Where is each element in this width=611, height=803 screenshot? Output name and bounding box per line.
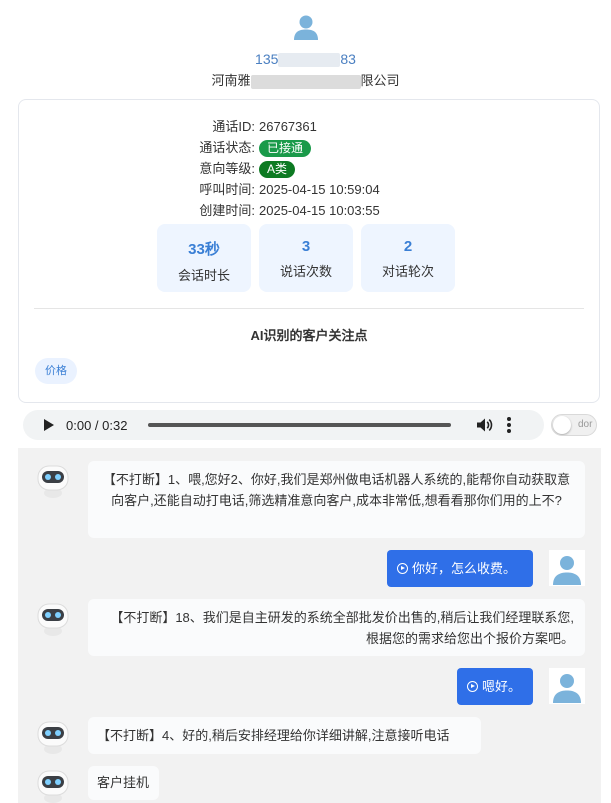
status-badge: 已接通 — [259, 140, 312, 157]
user-message: 你好，怎么收费。 — [387, 550, 533, 587]
create-time-value: 2025-04-15 10:03:55 — [259, 203, 380, 218]
bot-message: 【不打断】4、好的,稍后安排经理给你详细讲解,注意接听电话 — [88, 717, 481, 754]
call-time-value: 2025-04-15 10:59:04 — [259, 182, 380, 197]
user-avatar-icon — [293, 15, 318, 40]
user-message-text: 你好，怎么收费。 — [412, 561, 517, 576]
stat-rounds: 2 对话轮次 — [361, 224, 455, 292]
robot-avatar-icon — [37, 721, 69, 754]
user-message: 嗯好。 — [457, 668, 533, 705]
divider — [34, 308, 584, 309]
status-row: 通话状态: 已接通 — [19, 137, 599, 158]
more-options-icon[interactable] — [507, 417, 511, 433]
bot-message: 【不打断】18、我们是自主研发的系统全部批发价出售的,稍后让我们经理联系您,根据… — [88, 599, 585, 656]
toggle-label: dor — [578, 419, 593, 430]
intent-row: 意向等级: A类 — [19, 158, 599, 179]
stat-duration: 33秒 会话时长 — [157, 224, 251, 292]
call-time-row: 呼叫时间: 2025-04-15 10:59:04 — [19, 179, 599, 200]
phone-number: 135 83 — [0, 51, 611, 69]
company-name: 河南雅 限公司 — [0, 70, 611, 89]
stats-row: 33秒 会话时长 3 说话次数 2 对话轮次 — [157, 224, 455, 292]
robot-avatar-icon — [37, 465, 69, 498]
call-id-row: 通话ID: 26767361 — [19, 116, 599, 137]
audio-player: 0:00 / 0:32 — [23, 410, 544, 440]
play-circle-icon[interactable] — [467, 681, 478, 693]
company-suffix: 限公司 — [360, 73, 400, 88]
volume-icon[interactable] — [475, 416, 493, 434]
call-time-label: 呼叫时间: — [199, 182, 255, 197]
toggle-switch[interactable]: dor — [551, 414, 597, 436]
user-avatar-icon — [549, 550, 585, 586]
stat-value: 33秒 — [188, 241, 220, 258]
audio-progress-track[interactable] — [148, 423, 451, 427]
company-prefix: 河南雅 — [211, 73, 251, 88]
status-label: 通话状态: — [199, 140, 255, 155]
stat-label: 说话次数 — [279, 264, 332, 279]
phone-prefix: 135 — [255, 51, 279, 67]
phone-suffix: 83 — [340, 51, 356, 67]
robot-avatar-icon — [37, 770, 69, 803]
call-id-label: 通话ID: — [212, 119, 255, 134]
bot-message: 【不打断】1、喂,您好2、你好,我们是郑州做电话机器人系统的,能帮你自动获取意向… — [88, 461, 585, 538]
robot-avatar-icon — [37, 603, 69, 636]
call-id-value: 26767361 — [259, 119, 317, 134]
stat-label: 会话时长 — [177, 268, 230, 283]
stat-value: 3 — [301, 238, 311, 255]
focus-title: AI识别的客户关注点 — [250, 328, 368, 343]
toggle-knob — [553, 416, 571, 434]
play-icon[interactable] — [44, 419, 54, 431]
audio-time: 0:00 / 0:32 — [66, 417, 128, 433]
stat-value: 2 — [403, 238, 413, 255]
intent-label: 意向等级: — [199, 161, 255, 176]
stat-label: 对话轮次 — [381, 264, 434, 279]
user-message-text: 嗯好。 — [482, 679, 522, 694]
bot-message: 客户挂机 — [88, 766, 159, 800]
stat-speak-count: 3 说话次数 — [259, 224, 353, 292]
play-circle-icon[interactable] — [397, 563, 408, 575]
user-avatar-icon — [549, 668, 585, 704]
chat-transcript: 【不打断】1、喂,您好2、你好,我们是郑州做电话机器人系统的,能帮你自动获取意向… — [18, 448, 601, 803]
focus-tag-price: 价格 — [35, 358, 77, 384]
contact-header: 135 83 河南雅 限公司 — [0, 0, 611, 89]
create-time-row: 创建时间: 2025-04-15 10:03:55 — [19, 200, 599, 221]
masked-region — [250, 74, 361, 89]
masked-region — [278, 53, 341, 68]
call-info-list: 通话ID: 26767361 通话状态: 已接通 意向等级: A类 呼叫时间: … — [19, 116, 599, 221]
intent-badge: A类 — [259, 161, 296, 178]
create-time-label: 创建时间: — [199, 203, 255, 218]
call-info-card: 通话ID: 26767361 通话状态: 已接通 意向等级: A类 呼叫时间: … — [18, 99, 600, 403]
